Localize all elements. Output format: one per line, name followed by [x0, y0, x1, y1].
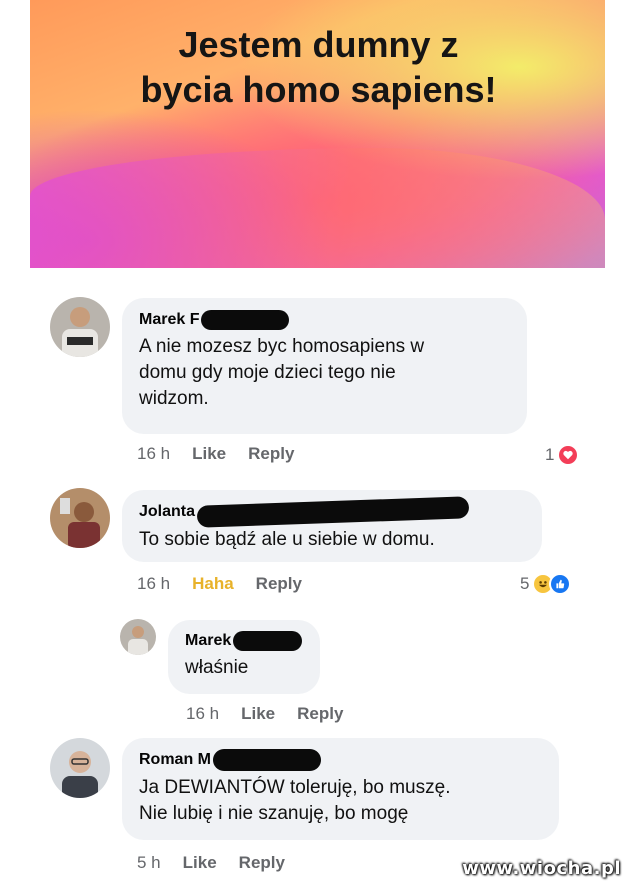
comment-bubble: Jolanta To sobie bądź ale u siebie w dom… [122, 490, 542, 562]
like-button[interactable]: Like [183, 853, 217, 873]
reply-button[interactable]: Reply [297, 704, 343, 724]
post-text-line2: bycia homo sapiens! [140, 69, 497, 110]
redaction-mark [233, 631, 302, 651]
comment-author: Roman M [139, 749, 541, 771]
comment-time[interactable]: 16 h [137, 574, 170, 594]
like-button[interactable]: Like [241, 704, 275, 724]
comment-time[interactable]: 16 h [137, 444, 170, 464]
comment-actions: 16 h Haha Reply [137, 574, 302, 594]
redaction-mark [213, 749, 321, 771]
comment-bubble: Roman M Ja DEWIANTÓW toleruję, bo muszę.… [122, 738, 559, 840]
post-background-wave [30, 148, 605, 268]
reply-button[interactable]: Reply [239, 853, 285, 873]
redaction-mark [196, 496, 470, 528]
comment-text: Ja DEWIANTÓW toleruję, bo muszę. Nie lub… [139, 777, 451, 824]
comment-author: Marek [185, 631, 302, 651]
author-name[interactable]: Jolanta [139, 502, 195, 522]
avatar[interactable] [50, 488, 110, 548]
redaction-mark [201, 310, 290, 330]
reply-button[interactable]: Reply [248, 444, 294, 464]
author-name[interactable]: Marek F [139, 310, 199, 330]
comment-time[interactable]: 5 h [137, 853, 161, 873]
like-icon [549, 573, 572, 595]
love-icon [557, 444, 580, 466]
avatar[interactable] [50, 297, 110, 357]
post-text-line1: Jestem dumny z [178, 24, 459, 65]
reaction-count: 1 [545, 445, 555, 464]
author-name[interactable]: Roman M [139, 750, 211, 770]
reply-button[interactable]: Reply [256, 574, 302, 594]
comment-actions: 16 h Like Reply [186, 704, 343, 724]
comment-bubble: Marek właśnie [168, 620, 320, 694]
avatar[interactable] [50, 738, 110, 798]
comment-text: To sobie bądź ale u siebie w domu. [139, 529, 435, 550]
post-image: Jestem dumny z bycia homo sapiens! [30, 0, 605, 268]
comment-text: A nie mozesz byc homosapiens w domu gdy … [139, 336, 425, 409]
reaction-summary[interactable]: 5 [520, 573, 572, 595]
reaction-summary[interactable]: 1 [545, 444, 580, 466]
comment-author: Jolanta [139, 496, 524, 528]
comment-bubble: Marek F A nie mozesz byc homosapiens w d… [122, 298, 527, 434]
comment-text: właśnie [185, 657, 249, 678]
author-name[interactable]: Marek [185, 631, 231, 651]
comment-time[interactable]: 16 h [186, 704, 219, 724]
comment-actions: 5 h Like Reply [137, 853, 285, 873]
comment-actions: 16 h Like Reply [137, 444, 294, 464]
haha-reaction-button[interactable]: Haha [192, 574, 234, 594]
like-button[interactable]: Like [192, 444, 226, 464]
comment-author: Marek F [139, 310, 509, 330]
reaction-count: 5 [520, 574, 530, 593]
watermark: www.wiocha.pl [462, 858, 621, 879]
post-text: Jestem dumny z bycia homo sapiens! [32, 22, 605, 112]
avatar[interactable] [120, 619, 156, 655]
